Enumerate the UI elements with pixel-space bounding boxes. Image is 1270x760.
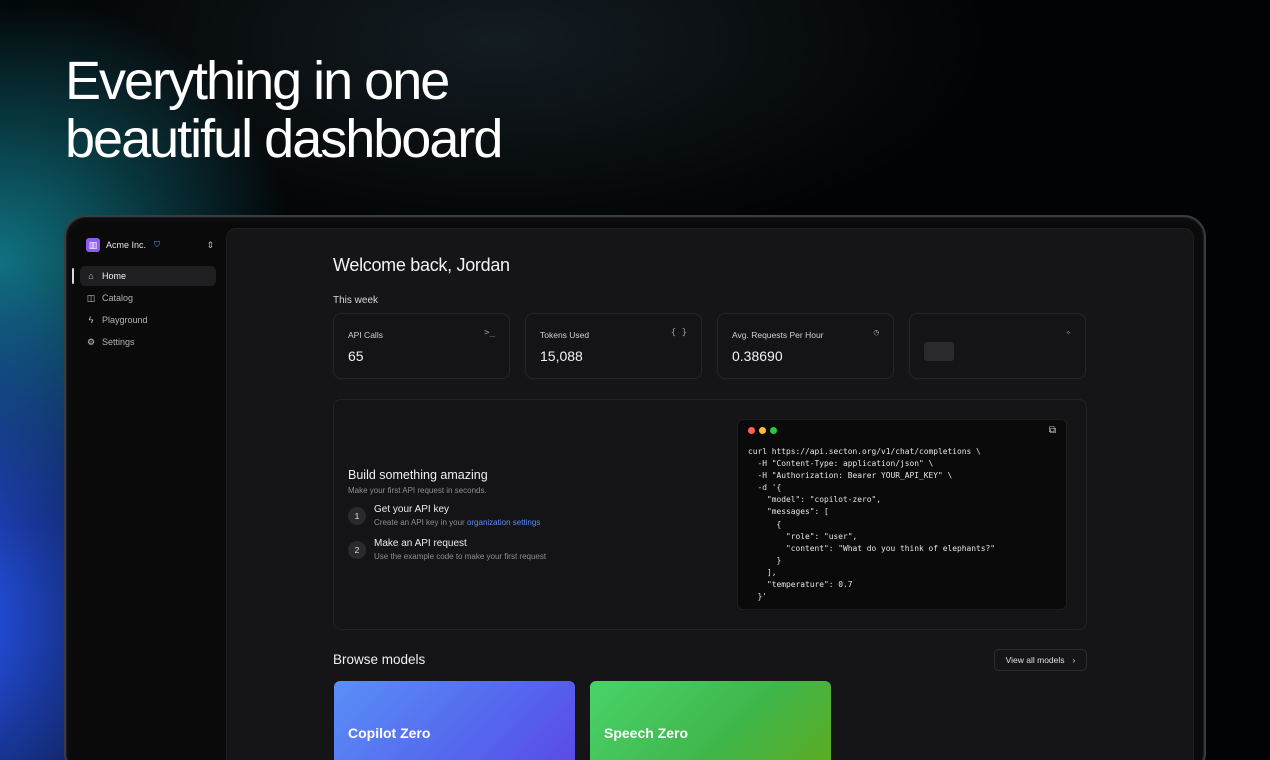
getting-started-card: Build something amazing Make your first … [333,399,1087,630]
verified-badge-icon: ⛉ [154,240,161,249]
terminal-icon: >_ [484,328,495,338]
lightning-icon: ϟ [88,315,94,325]
code-snippet-window: ⧉ curl https://api.secton.org/v1/chat/co… [737,419,1067,610]
sidebar-item-label: Home [102,271,127,281]
sidebar-item-settings[interactable]: ⚙ Settings [80,332,216,352]
step-description: Use the example code to make your first … [374,552,547,561]
active-indicator [72,268,74,284]
stat-value: 65 [348,348,364,364]
book-icon: ◫ [86,292,96,303]
close-dot [748,427,755,434]
step-title: Make an API request [374,538,467,549]
main-panel: Welcome back, Jordan This week API Calls… [226,228,1194,760]
step-number: 2 [348,541,366,559]
stat-card-api-calls: API Calls >_ 65 [333,313,510,379]
stat-label: Tokens Used [540,330,590,340]
stat-card-avg-requests: Avg. Requests Per Hour ◷ 0.38690 [717,313,894,379]
chevron-up-down-icon[interactable]: ⇕ [206,240,214,251]
step-description: Create an API key in your organization s… [374,518,540,527]
sidebar-item-label: Playground [102,315,148,325]
braces-icon: { } [670,328,687,338]
stat-label: Avg. Requests Per Hour [732,330,824,340]
sidebar-item-label: Catalog [102,293,134,303]
stat-card-loading: ✧ [909,313,1086,379]
dashboard-screen: ▥ Acme Inc. ⛉ ⇕ ⌂ Home ◫ Catalog ϟ Playg… [70,222,1200,760]
sidebar: ▥ Acme Inc. ⛉ ⇕ ⌂ Home ◫ Catalog ϟ Playg… [70,222,226,760]
model-name: Speech Zero [604,725,689,741]
stat-value: 15,088 [540,348,583,364]
window-controls [748,427,777,434]
org-switcher[interactable]: ▥ Acme Inc. ⛉ ⇕ [86,238,214,252]
step-make-request: 2 Make an API request Use the example co… [348,538,546,561]
model-name: Copilot Zero [348,725,431,741]
loading-skeleton [924,342,954,361]
hero-line-1: Everything in one [65,51,450,111]
page-title: Welcome back, Jordan [333,255,510,275]
section-label-this-week: This week [333,295,379,306]
copy-icon[interactable]: ⧉ [1049,425,1056,436]
model-card-speech-zero[interactable]: Speech Zero [590,681,831,760]
sidebar-nav: ⌂ Home ◫ Catalog ϟ Playground ⚙ Settings [80,266,216,354]
sparkle-icon: ✧ [1065,328,1071,338]
stat-card-tokens-used: Tokens Used { } 15,088 [525,313,702,379]
stat-label: API Calls [348,330,383,340]
code-block: curl https://api.secton.org/v1/chat/comp… [748,447,996,602]
stats-row: API Calls >_ 65 Tokens Used { } 15,088 A… [333,313,1086,379]
step-get-api-key: 1 Get your API key Create an API key in … [348,504,540,527]
sidebar-item-catalog[interactable]: ◫ Catalog [80,288,216,308]
model-card-copilot-zero[interactable]: Copilot Zero [334,681,575,760]
view-all-models-label: View all models [1005,655,1065,665]
hero-heading: Everything in one beautiful dashboard [65,51,503,169]
maximize-dot [770,427,777,434]
home-icon: ⌂ [88,271,94,281]
view-all-models-button[interactable]: View all models › [994,649,1087,671]
browse-models-title: Browse models [333,652,426,667]
minimize-dot [759,427,766,434]
getting-started-title: Build something amazing [348,468,488,482]
sidebar-item-label: Settings [102,337,135,347]
hero-line-2: beautiful dashboard [65,109,503,169]
stat-value: 0.38690 [732,348,783,364]
organization-settings-link[interactable]: organization settings [467,518,540,527]
clock-icon: ◷ [873,328,879,338]
step-title: Get your API key [374,504,450,515]
sidebar-item-home[interactable]: ⌂ Home [80,266,216,286]
getting-started-subtitle: Make your first API request in seconds. [348,486,487,495]
gear-icon: ⚙ [86,336,96,347]
org-name: Acme Inc. [106,240,147,250]
chevron-right-icon: › [1072,655,1076,665]
step-description-text: Create an API key in your [374,518,467,527]
building-icon: ▥ [86,238,100,252]
step-number: 1 [348,507,366,525]
sidebar-item-playground[interactable]: ϟ Playground [80,310,216,330]
